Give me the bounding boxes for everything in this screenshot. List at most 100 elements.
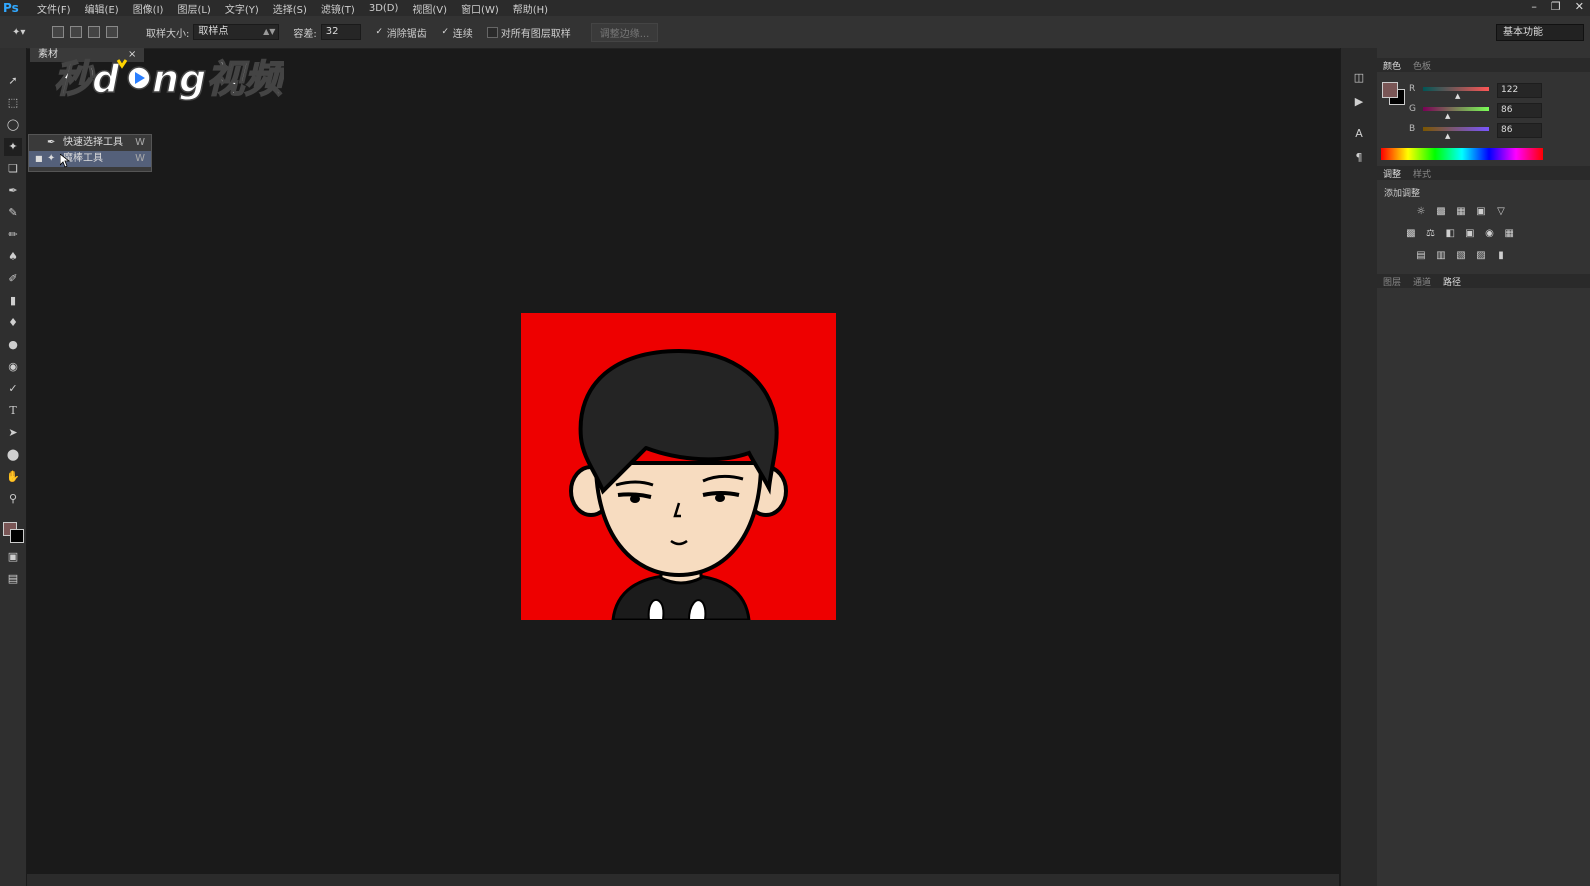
close-icon[interactable]: ✕ (1575, 0, 1584, 13)
menu-file[interactable]: 文件(F) (37, 1, 71, 16)
menu-layer[interactable]: 图层(L) (177, 1, 210, 16)
sample-size-select[interactable]: 取样点 ▲▼ (193, 24, 280, 40)
posterize-icon[interactable]: ▥ (1435, 250, 1447, 262)
tab-color[interactable]: 颜色 (1377, 59, 1407, 72)
lasso-tool-icon[interactable]: ◯ (4, 116, 22, 134)
document-canvas[interactable] (521, 313, 836, 620)
black-white-icon[interactable]: ◧ (1444, 228, 1456, 240)
menu-window[interactable]: 窗口(W) (461, 1, 499, 16)
tab-paths[interactable]: 路径 (1437, 275, 1467, 288)
menu-edit[interactable]: 编辑(E) (85, 1, 119, 16)
mouse-cursor-icon (60, 154, 70, 168)
paint-bucket-tool-icon[interactable]: ♦ (4, 314, 22, 332)
blur-tool-icon[interactable]: ● (4, 336, 22, 354)
magic-wand-tool-item[interactable]: ■ ✦ 魔棒工具 W (29, 151, 151, 167)
channel-mixer-icon[interactable]: ◉ (1484, 228, 1496, 240)
restore-icon[interactable]: ❐ (1551, 0, 1561, 13)
red-value-input[interactable]: 122 (1497, 83, 1542, 98)
green-slider-row: G ▲ 86 (1409, 103, 1579, 120)
red-slider[interactable] (1423, 87, 1489, 91)
curves-icon[interactable]: ▦ (1455, 206, 1467, 218)
quick-selection-tool-item[interactable]: ✒ 快速选择工具 W (29, 135, 151, 151)
subtract-selection-icon[interactable] (88, 26, 100, 38)
panel-foreground-swatch[interactable] (1382, 82, 1398, 98)
move-tool-icon[interactable]: ➚ (4, 72, 22, 90)
background-color-swatch[interactable] (10, 529, 24, 543)
intersect-selection-icon[interactable] (106, 26, 118, 38)
tab-swatches[interactable]: 色板 (1407, 59, 1437, 72)
eyedropper-tool-icon[interactable]: ✒ (4, 182, 22, 200)
contiguous-checkbox[interactable]: ✓ 连续 (441, 25, 472, 40)
quick-mask-icon[interactable]: ▣ (4, 548, 22, 566)
menu-type[interactable]: 文字(Y) (225, 1, 259, 16)
color-balance-icon[interactable]: ⚖ (1425, 228, 1437, 240)
type-tool-icon[interactable]: T (4, 402, 22, 420)
history-panel-icon[interactable]: ◫ (1351, 70, 1367, 86)
exposure-icon[interactable]: ▣ (1475, 206, 1487, 218)
color-spectrum-bar[interactable] (1381, 148, 1543, 160)
marquee-tool-icon[interactable]: ⬚ (4, 94, 22, 112)
threshold-icon[interactable]: ▧ (1455, 250, 1467, 262)
history-brush-tool-icon[interactable]: ✐ (4, 270, 22, 288)
dodge-tool-icon[interactable]: ◉ (4, 358, 22, 376)
workspace-select[interactable]: 基本功能 (1496, 24, 1584, 41)
photo-filter-icon[interactable]: ▣ (1464, 228, 1476, 240)
gradient-map-icon[interactable]: ▨ (1475, 250, 1487, 262)
zoom-tool-icon[interactable]: ⚲ (4, 490, 22, 508)
green-value-input[interactable]: 86 (1497, 103, 1542, 118)
add-selection-icon[interactable] (70, 26, 82, 38)
invert-icon[interactable]: ▤ (1415, 250, 1427, 262)
menu-help[interactable]: 帮助(H) (513, 1, 548, 16)
path-selection-tool-icon[interactable]: ➤ (4, 424, 22, 442)
magic-wand-tool-icon[interactable]: ✦ (4, 138, 22, 156)
checkmark-icon: ✓ (375, 26, 384, 37)
blue-value-input[interactable]: 86 (1497, 123, 1542, 138)
menu-image[interactable]: 图像(I) (133, 1, 164, 16)
selective-color-icon[interactable]: ▮ (1495, 250, 1507, 262)
shortcut-key: W (135, 153, 145, 164)
magic-wand-preset-icon[interactable]: ✦▾ (0, 27, 52, 38)
menu-filter[interactable]: 滤镜(T) (321, 1, 355, 16)
refine-edge-button[interactable]: 调整边缘... (590, 22, 659, 42)
tab-adjustments[interactable]: 调整 (1377, 167, 1407, 180)
antialias-checkbox[interactable]: ✓ 消除锯齿 (375, 25, 426, 40)
slider-thumb-icon[interactable]: ▲ (1445, 112, 1450, 120)
brightness-icon[interactable]: ☼ (1415, 206, 1427, 218)
hand-tool-icon[interactable]: ✋ (4, 468, 22, 486)
tab-channels[interactable]: 通道 (1407, 275, 1437, 288)
slider-thumb-icon[interactable]: ▲ (1445, 132, 1450, 140)
stamp-tool-icon[interactable]: ♠ (4, 248, 22, 266)
screen-mode-icon[interactable]: ▤ (4, 570, 22, 588)
menu-select[interactable]: 选择(S) (273, 1, 307, 16)
tolerance-input[interactable]: 32 (320, 24, 361, 40)
sample-all-layers-checkbox[interactable]: 对所有图层取样 (486, 25, 571, 40)
hue-saturation-icon[interactable]: ▩ (1405, 228, 1417, 240)
tab-styles[interactable]: 样式 (1407, 167, 1437, 180)
actions-play-icon[interactable]: ▶ (1351, 94, 1367, 110)
menu-3d[interactable]: 3D(D) (369, 3, 399, 14)
menu-view[interactable]: 视图(V) (412, 1, 447, 16)
blue-slider[interactable] (1423, 127, 1489, 131)
levels-icon[interactable]: ▩ (1435, 206, 1447, 218)
minimize-icon[interactable]: – (1531, 0, 1537, 13)
brush-tool-icon[interactable]: ✏ (4, 226, 22, 244)
slider-thumb-icon[interactable]: ▲ (1455, 92, 1460, 100)
pen-tool-icon[interactable]: ✓ (4, 380, 22, 398)
healing-brush-tool-icon[interactable]: ✎ (4, 204, 22, 222)
new-selection-icon[interactable] (52, 26, 64, 38)
color-swatches[interactable] (3, 522, 27, 546)
menu-bar: Ps 文件(F) 编辑(E) 图像(I) 图层(L) 文字(Y) 选择(S) 滤… (0, 0, 1590, 16)
green-slider[interactable] (1423, 107, 1489, 111)
color-lookup-icon[interactable]: ▦ (1503, 228, 1515, 240)
vibrance-icon[interactable]: ▽ (1495, 206, 1507, 218)
green-label: G (1409, 104, 1416, 114)
right-panels: 颜色 色板 R ▲ 122 G ▲ 86 B ▲ 86 调整 样式 添加调整 ☼… (1377, 48, 1590, 886)
paragraph-panel-icon[interactable]: ¶ (1351, 150, 1367, 166)
red-label: R (1409, 84, 1416, 94)
crop-tool-icon[interactable]: ❏ (4, 160, 22, 178)
character-panel-icon[interactable]: A (1351, 126, 1367, 142)
tool-flyout-menu: ✒ 快速选择工具 W ■ ✦ 魔棒工具 W (28, 134, 152, 172)
tab-layers[interactable]: 图层 (1377, 275, 1407, 288)
eraser-tool-icon[interactable]: ▮ (4, 292, 22, 310)
shape-tool-icon[interactable]: ⬤ (4, 446, 22, 464)
